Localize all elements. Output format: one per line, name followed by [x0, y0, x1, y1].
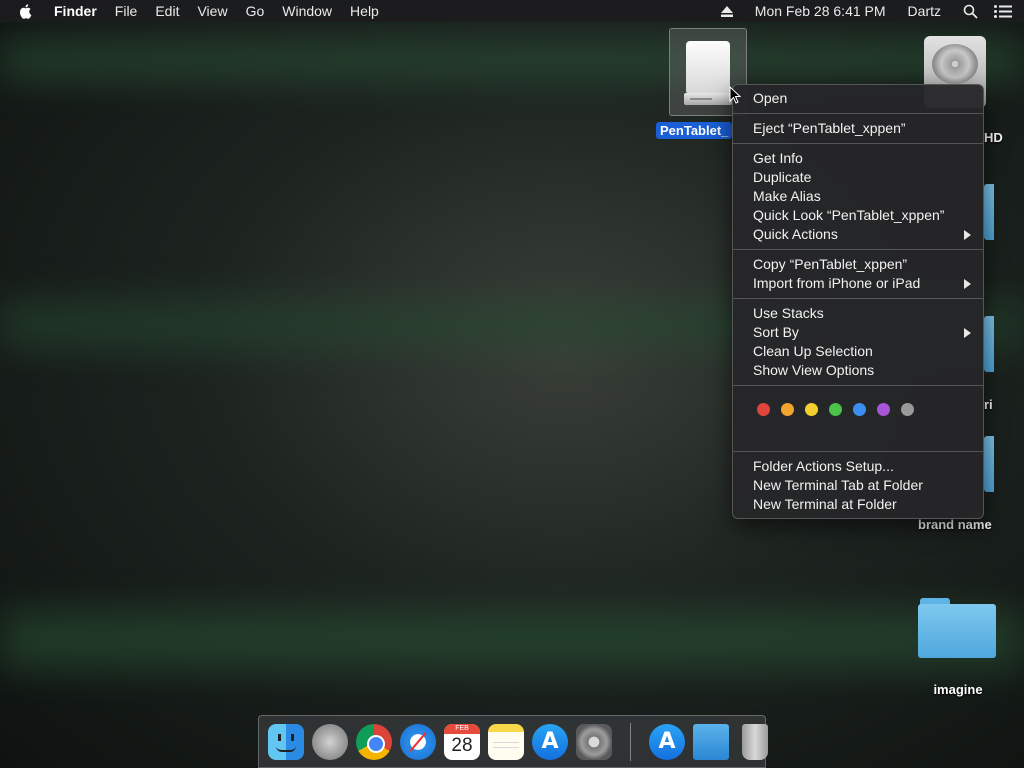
menu-app-name[interactable]: Finder	[54, 3, 97, 19]
folder-label: imagine	[933, 682, 983, 697]
menu-import-iphone[interactable]: Import from iPhone or iPad	[733, 274, 983, 293]
dock-finder[interactable]	[266, 722, 306, 768]
blue-tag[interactable]	[853, 403, 866, 416]
calendar-day: 28	[451, 734, 473, 756]
green-tag[interactable]	[829, 403, 842, 416]
menu-get-info[interactable]: Get Info	[733, 149, 983, 168]
menu-separator	[733, 143, 983, 144]
spotlight-search-icon[interactable]	[963, 4, 978, 19]
dock-launchpad[interactable]	[310, 722, 350, 762]
mouse-cursor-icon	[729, 86, 741, 104]
menu-use-stacks[interactable]: Use Stacks	[733, 304, 983, 323]
dock-calendar[interactable]: FEB 28	[442, 722, 482, 762]
menu-window[interactable]: Window	[282, 3, 332, 19]
submenu-arrow-icon	[964, 279, 971, 289]
menu-open[interactable]: Open	[733, 89, 983, 108]
menu-quick-actions[interactable]: Quick Actions	[733, 225, 983, 244]
menu-separator	[733, 385, 983, 386]
tags-spacer	[733, 428, 983, 446]
dock-applications-stack[interactable]: A	[647, 722, 687, 762]
system-preferences-icon	[576, 723, 612, 760]
safari-icon	[400, 723, 436, 760]
dock: FEB 28 A A	[258, 715, 768, 768]
chrome-icon	[356, 723, 392, 760]
menu-duplicate[interactable]: Duplicate	[733, 168, 983, 187]
menu-copy[interactable]: Copy “PenTablet_xppen”	[733, 255, 983, 274]
desktop-folder-imagine[interactable]: imagine	[918, 598, 998, 697]
menu-separator	[733, 113, 983, 114]
submenu-arrow-icon	[964, 328, 971, 338]
menu-view[interactable]: View	[197, 3, 227, 19]
purple-tag[interactable]	[877, 403, 890, 416]
submenu-arrow-icon	[964, 230, 971, 240]
dock-chrome[interactable]	[354, 722, 394, 768]
menu-make-alias[interactable]: Make Alias	[733, 187, 983, 206]
hard-drive-label: HD	[984, 130, 1003, 145]
menu-folder-actions-setup[interactable]: Folder Actions Setup...	[733, 457, 983, 476]
menu-quick-look[interactable]: Quick Look “PenTablet_xppen”	[733, 206, 983, 225]
notification-center-icon[interactable]	[994, 4, 1012, 18]
orange-tag[interactable]	[781, 403, 794, 416]
calendar-month: FEB	[444, 723, 480, 734]
wallpaper-band	[0, 40, 1024, 80]
context-menu: Open Eject “PenTablet_xppen” Get Info Du…	[732, 84, 984, 519]
clock[interactable]: Mon Feb 28 6:41 PM	[755, 3, 886, 19]
folder-label: ri	[984, 397, 993, 412]
gray-tag[interactable]	[901, 403, 914, 416]
menu-go[interactable]: Go	[246, 3, 265, 19]
applications-stack-icon: A	[649, 723, 685, 760]
folder-icon[interactable]	[984, 316, 994, 372]
apple-icon[interactable]	[18, 3, 34, 19]
menu-bar: Finder File Edit View Go Window Help Mon…	[0, 0, 1024, 22]
folder-icon[interactable]	[984, 184, 994, 240]
dock-app-store[interactable]: A	[530, 722, 570, 762]
dock-divider	[630, 722, 631, 761]
menu-sort-by[interactable]: Sort By	[733, 323, 983, 342]
user-name[interactable]: Dartz	[908, 3, 941, 19]
menu-separator	[733, 249, 983, 250]
folder-icon	[918, 598, 996, 658]
menu-show-view-options[interactable]: Show View Options	[733, 361, 983, 380]
menu-separator	[733, 298, 983, 299]
dock-trash[interactable]	[735, 722, 775, 762]
tag-color-row	[733, 391, 983, 428]
menu-quick-actions-label: Quick Actions	[753, 226, 838, 242]
red-tag[interactable]	[757, 403, 770, 416]
dock-notes[interactable]	[486, 722, 526, 762]
folder-label: brand name	[918, 517, 992, 532]
app-store-icon: A	[532, 723, 568, 760]
menu-file[interactable]: File	[115, 3, 138, 19]
volume-label: PenTablet_	[656, 122, 733, 139]
menu-import-iphone-label: Import from iPhone or iPad	[753, 275, 921, 291]
folder-icon[interactable]	[984, 436, 994, 492]
menu-new-terminal-tab[interactable]: New Terminal Tab at Folder	[733, 476, 983, 495]
eject-icon[interactable]	[720, 5, 733, 17]
dock-system-preferences[interactable]	[574, 722, 614, 762]
menu-edit[interactable]: Edit	[155, 3, 179, 19]
drive-shape	[682, 37, 734, 107]
menu-sort-by-label: Sort By	[753, 324, 799, 340]
launchpad-icon	[312, 723, 348, 760]
dock-downloads-stack[interactable]	[691, 722, 731, 762]
menu-clean-up[interactable]: Clean Up Selection	[733, 342, 983, 361]
calendar-icon: FEB 28	[444, 723, 480, 760]
notes-icon	[488, 723, 524, 760]
yellow-tag[interactable]	[805, 403, 818, 416]
menu-new-terminal[interactable]: New Terminal at Folder	[733, 495, 983, 514]
wallpaper-band	[0, 610, 1024, 670]
dock-safari[interactable]	[398, 722, 438, 762]
menu-help[interactable]: Help	[350, 3, 379, 19]
menu-bar-extras: Mon Feb 28 6:41 PM Dartz	[699, 3, 1016, 19]
menu-separator	[733, 451, 983, 452]
finder-icon	[268, 723, 304, 760]
trash-icon	[742, 723, 768, 760]
menu-eject[interactable]: Eject “PenTablet_xppen”	[733, 119, 983, 138]
downloads-folder-icon	[693, 723, 729, 760]
